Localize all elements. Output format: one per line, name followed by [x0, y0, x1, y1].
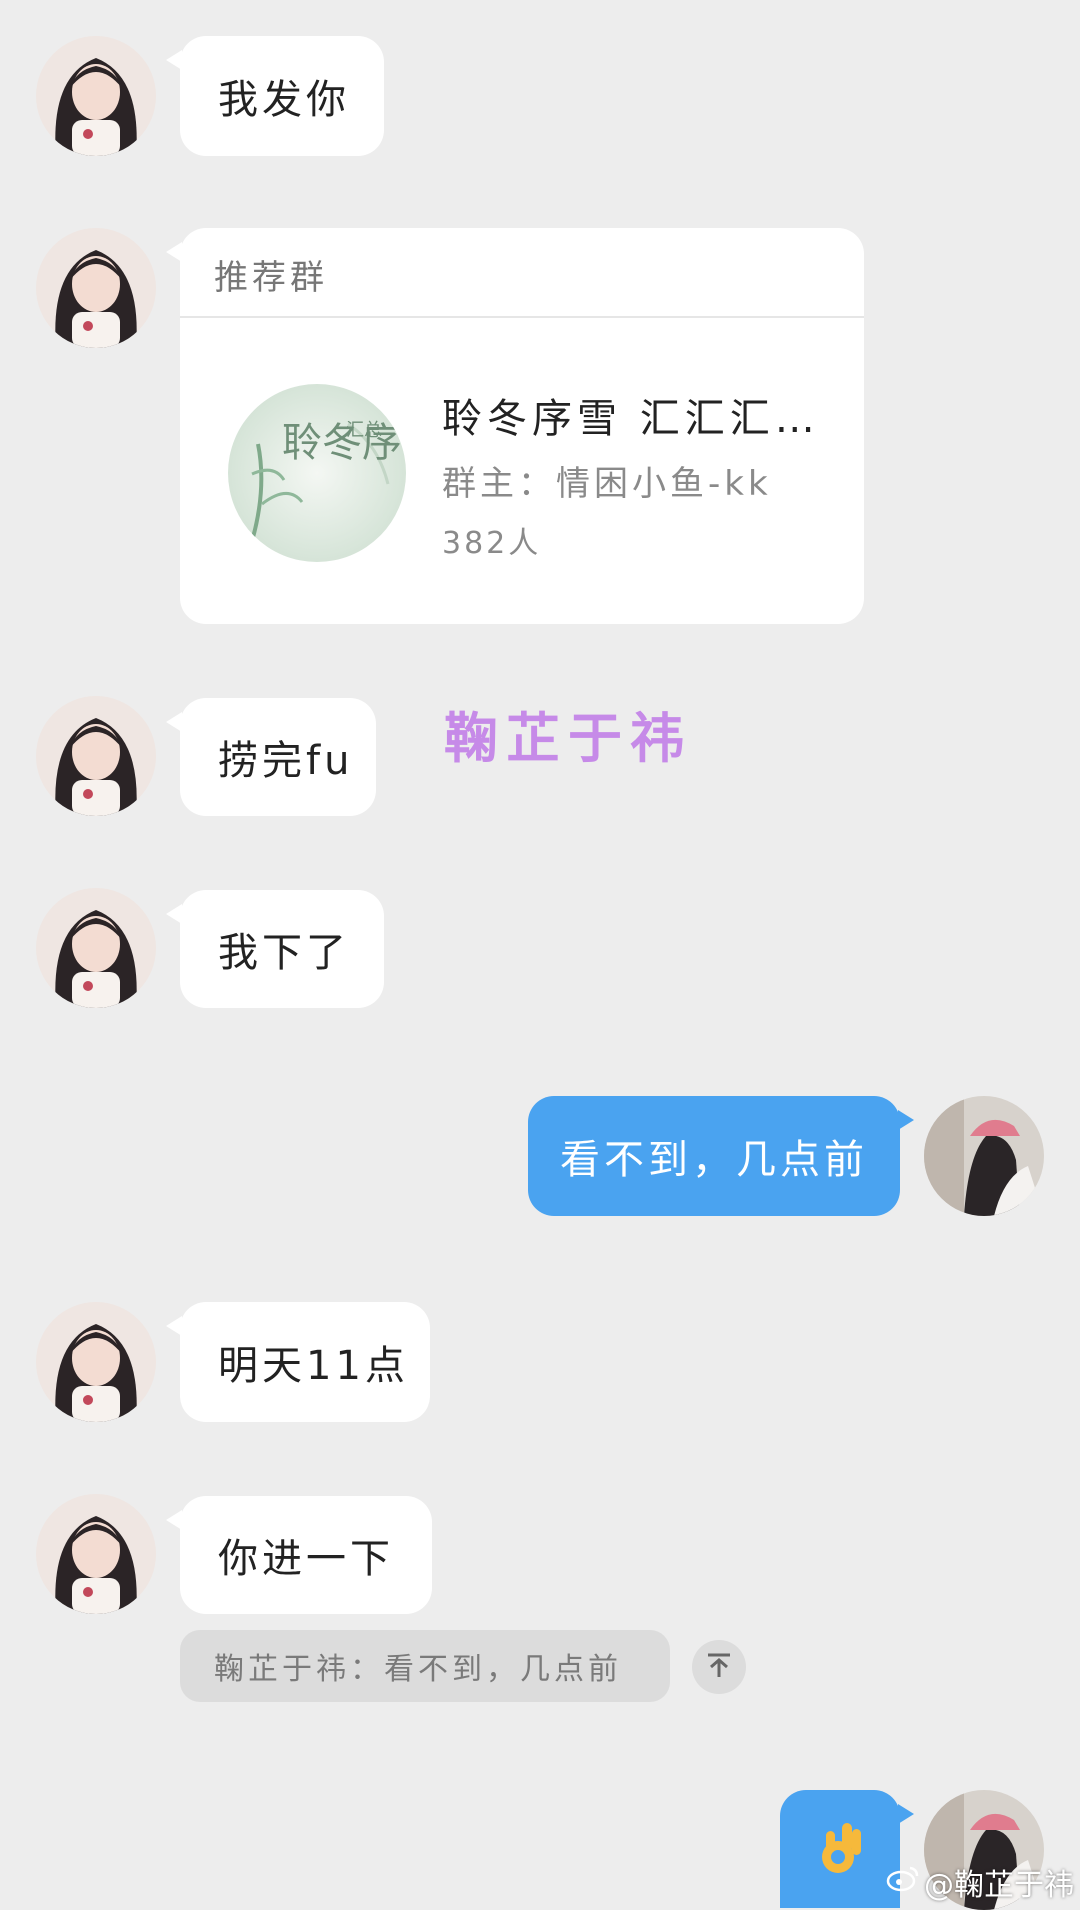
- message-text: 看不到，几点前: [560, 1137, 868, 1183]
- message-text: 明天11点: [218, 1343, 409, 1389]
- group-name: 聆冬序雪 汇汇汇…: [442, 396, 820, 442]
- message-bubble[interactable]: 我下了: [166, 890, 384, 1008]
- message-bubble-outgoing[interactable]: [780, 1790, 914, 1908]
- quoted-message[interactable]: 鞠芷于祎：看不到，几点前: [180, 1630, 670, 1702]
- contact-avatar[interactable]: [36, 228, 156, 348]
- watermark-text: 鞠芷于祎: [444, 706, 692, 770]
- contact-avatar[interactable]: [36, 888, 156, 1008]
- group-avatar: 聆冬序雪 汇总: [228, 384, 406, 562]
- message-text: 我下了: [218, 930, 350, 976]
- group-owner: 群主：情困小鱼-kk: [442, 464, 772, 504]
- message-text: 你进一下: [218, 1536, 394, 1582]
- message-bubble[interactable]: 你进一下: [166, 1496, 432, 1614]
- message-text: 我发你: [218, 77, 350, 123]
- ok-hand-emoji: [780, 1790, 900, 1908]
- group-avatar-text: 聆冬序雪: [282, 420, 406, 466]
- message-text: 捞完fu: [218, 738, 354, 784]
- group-recommendation-card[interactable]: 推荐群 聆冬序雪 汇总 聆冬序雪 汇汇汇… 群主：情困小鱼-kk 382人: [166, 228, 864, 624]
- card-header: 推荐群: [180, 228, 864, 318]
- contact-avatar[interactable]: [36, 1302, 156, 1422]
- arrow-up-to-top-icon: [704, 1650, 734, 1684]
- my-avatar[interactable]: [924, 1096, 1044, 1216]
- weibo-logo-icon: [886, 1864, 920, 1900]
- group-avatar-subtext: 汇总: [346, 420, 382, 441]
- jump-to-quoted-button[interactable]: [692, 1640, 746, 1694]
- weibo-watermark-text: @鞠芷于祎: [924, 1868, 1074, 1903]
- quoted-message-text: 鞠芷于祎：看不到，几点前: [214, 1652, 622, 1687]
- message-bubble-outgoing[interactable]: 看不到，几点前: [528, 1096, 914, 1216]
- contact-avatar[interactable]: [36, 36, 156, 156]
- contact-avatar[interactable]: [36, 696, 156, 816]
- group-member-count: 382人: [442, 526, 542, 561]
- contact-avatar[interactable]: [36, 1494, 156, 1614]
- message-bubble[interactable]: 我发你: [166, 36, 384, 156]
- message-bubble[interactable]: 捞完fu: [166, 698, 376, 816]
- message-bubble[interactable]: 明天11点: [166, 1302, 430, 1422]
- weibo-watermark: @鞠芷于祎: [886, 1860, 1074, 1904]
